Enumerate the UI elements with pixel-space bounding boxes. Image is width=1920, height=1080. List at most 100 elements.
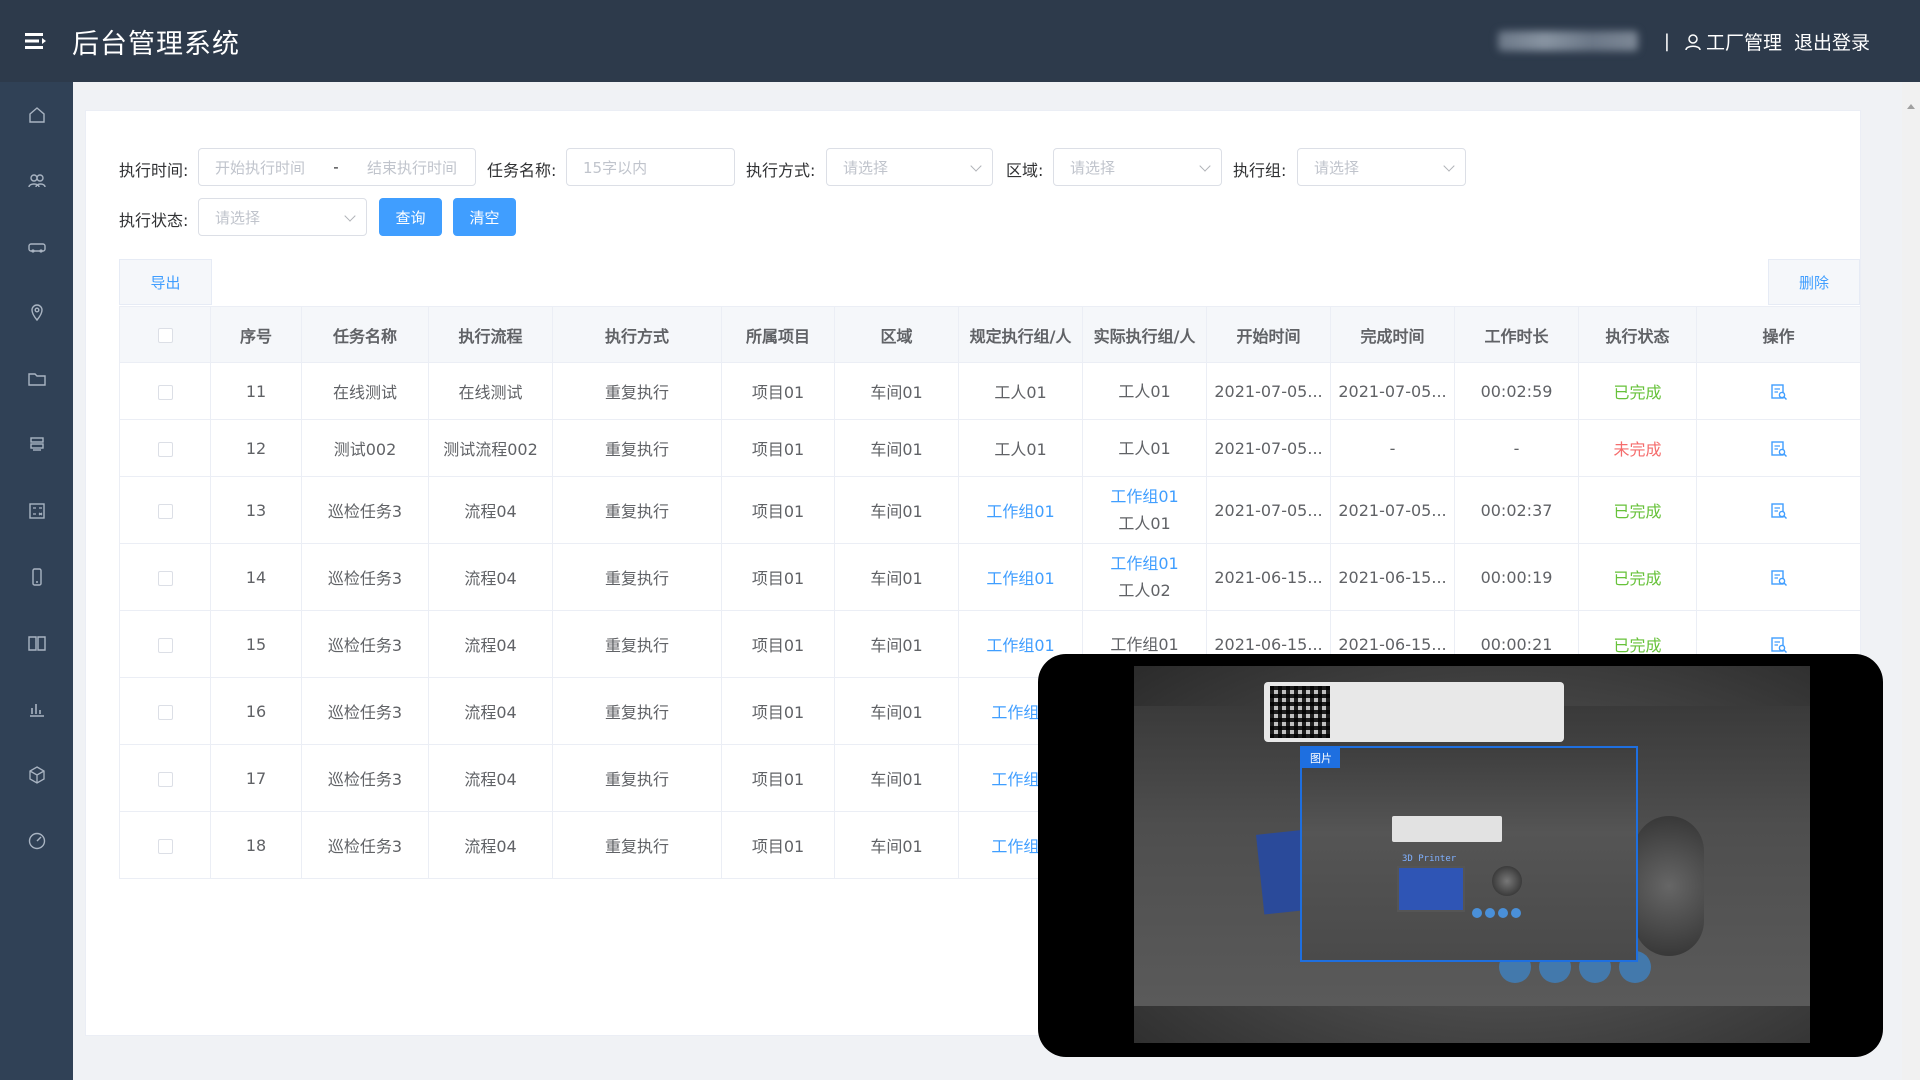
table-row[interactable]: 12 测试002 测试流程002 重复执行 项目01 车间01 工人01 工人01 2021-0… [119,419,1861,477]
select-all-cell[interactable] [119,306,211,363]
sidebar-item-cube[interactable] [0,742,73,808]
cell-planned: 工人01 [958,362,1083,420]
cell-start-time-text: 2021-06-15... [1214,567,1323,587]
row-checkbox[interactable] [157,384,173,400]
cell-mode-text: 重复执行 [604,636,669,655]
cell-status-text: 未完成 [1613,440,1662,459]
row-select-cell[interactable] [119,811,211,879]
menu-toggle-button[interactable] [0,0,72,82]
column-header: 执行状态 [1578,306,1697,363]
crop-selection-box[interactable]: 图片 3D Printer [1300,746,1638,962]
sidebar-item-users[interactable] [0,148,73,214]
sidebar-item-calculator[interactable] [0,478,73,544]
cell-flow-text: 流程04 [464,770,517,789]
dashboard-icon [28,832,45,850]
exec-time-range-input[interactable]: 开始执行时间 - 结束执行时间 [198,148,476,186]
cell-flow-text: 流程04 [464,636,517,655]
delete-button[interactable]: 删除 [1768,259,1860,305]
cell-status-text: 已完成 [1613,383,1662,402]
exec-group-select[interactable]: 请选择 [1297,148,1466,186]
sidebar-item-phone[interactable] [0,544,73,610]
row-checkbox[interactable] [157,570,173,586]
exec-time-label: 执行时间: [119,161,189,180]
export-button[interactable]: 导出 [119,259,212,305]
row-select-cell[interactable] [119,362,211,420]
cell-start-time: 2021-07-05... [1206,419,1331,477]
view-detail-icon[interactable] [1770,500,1788,519]
row-checkbox[interactable] [157,503,173,519]
cell-area: 车间01 [834,419,959,477]
image-preview-popup[interactable]: 图片 3D Printer [1038,654,1883,1057]
cell-mode-text: 重复执行 [604,502,669,521]
crop-sticker [1392,816,1502,842]
row-select-cell[interactable] [119,610,211,678]
row-checkbox[interactable] [157,704,173,720]
scroll-up-icon[interactable] [1907,104,1915,109]
page-scrollbar[interactable] [1902,82,1920,1080]
cell-flow: 测试流程002 [428,419,553,477]
layers-icon [29,437,44,451]
view-detail-icon[interactable] [1770,381,1788,400]
cell-planned-text[interactable]: 工作组01 [986,569,1054,588]
view-detail-icon[interactable] [1770,634,1788,653]
phone-icon [31,568,42,586]
factory-management-link[interactable]: 工厂管理 [1706,28,1782,55]
cell-duration: 00:02:59 [1454,362,1579,420]
row-select-cell[interactable] [119,419,211,477]
cell-task-name-text: 测试002 [333,440,397,459]
select-all-checkbox[interactable] [157,328,173,343]
table-row[interactable]: 14 巡检任务3 流程04 重复执行 项目01 车间01 工作组01 工作组01 工人02 202… [119,543,1861,611]
row-select-cell[interactable] [119,543,211,611]
crop-feature-icons [1472,908,1521,918]
cell-area-text: 车间01 [870,383,923,402]
actual-executor-primary: 工作组01 [1110,487,1179,506]
blurred-username [1497,31,1638,51]
calculator-icon [28,503,45,519]
column-header: 区域 [834,306,959,363]
table-row[interactable]: 11 在线测试 在线测试 重复执行 项目01 车间01 工人01 工人01 2021-07-05… [119,362,1861,420]
sidebar-item-home[interactable] [0,82,73,148]
sidebar-item-book[interactable] [0,610,73,676]
area-select[interactable]: 请选择 [1053,148,1222,186]
cell-project: 项目01 [721,811,835,879]
cell-no: 11 [210,362,302,420]
cell-project: 项目01 [721,476,835,544]
logout-button[interactable]: 退出登录 [1794,28,1870,55]
area-label: 区域: [1006,161,1044,180]
row-select-cell[interactable] [119,677,211,745]
task-name-input[interactable]: 15字以内 [566,148,735,186]
cell-status-text: 已完成 [1613,636,1662,655]
sidebar-item-vehicle[interactable] [0,214,73,280]
sidebar-item-location[interactable] [0,280,73,346]
row-select-cell[interactable] [119,476,211,544]
cell-mode: 重复执行 [552,610,722,678]
column-header: 序号 [210,306,302,363]
exec-status-label: 执行状态: [119,211,189,230]
clear-button[interactable]: 清空 [453,198,516,236]
query-button[interactable]: 查询 [379,198,442,236]
row-select-cell[interactable] [119,744,211,812]
cell-planned-text[interactable]: 工作组01 [986,502,1054,521]
cell-duration-text: 00:02:59 [1480,381,1553,401]
cell-planned-text[interactable]: 工作组01 [986,636,1054,655]
cell-flow-text: 流程04 [464,569,517,588]
cell-planned-text: 工人01 [994,383,1047,402]
exec-status-select[interactable]: 请选择 [198,198,367,236]
sidebar-item-chart[interactable] [0,676,73,742]
cell-duration: 00:02:37 [1454,476,1579,544]
exec-mode-select[interactable]: 请选择 [826,148,993,186]
cell-area: 车间01 [834,744,959,812]
view-detail-icon[interactable] [1770,567,1788,586]
sidebar-item-layers[interactable] [0,412,73,478]
table-row[interactable]: 13 巡检任务3 流程04 重复执行 项目01 车间01 工作组01 工作组01 工人01 202… [119,476,1861,544]
row-checkbox[interactable] [157,637,173,653]
sidebar-item-folder[interactable] [0,346,73,412]
cell-status-text: 已完成 [1613,502,1662,521]
view-detail-icon[interactable] [1770,438,1788,457]
cell-duration-text: 00:00:21 [1480,634,1553,654]
row-checkbox[interactable] [157,838,173,854]
sidebar-item-dashboard[interactable] [0,808,73,874]
row-checkbox[interactable] [157,771,173,787]
cell-planned-text: 工人01 [994,440,1047,459]
row-checkbox[interactable] [157,441,173,457]
